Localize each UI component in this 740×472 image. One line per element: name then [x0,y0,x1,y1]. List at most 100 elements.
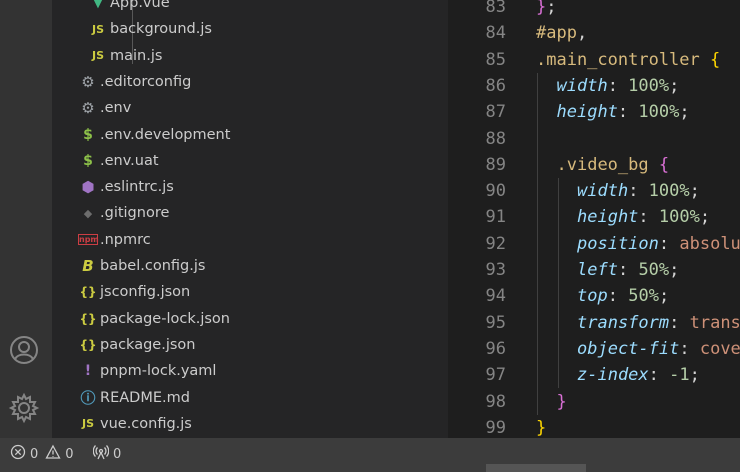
code-text: .main_controller { [536,47,720,73]
json-file-icon: {} [79,337,97,352]
file-item[interactable]: $ .env.uat [52,148,448,174]
line-number: 96 [485,338,506,359]
code-token: ; [669,260,680,280]
file-item[interactable]: JS background.js [52,16,448,42]
code-token: width [577,181,629,202]
json-file-icon: {} [79,311,97,326]
code-token: height [577,207,639,228]
indent-guide [537,72,538,415]
dollar-file-icon: $ [83,152,93,169]
code-token: % [669,102,680,123]
file-item[interactable]: JS vue.config.js [52,411,448,437]
file-item[interactable]: ◆ .gitignore [52,200,448,226]
code-token: .video_bg [556,154,659,175]
file-name: background.js [110,21,212,38]
code-editor[interactable]: 83}; 84 #app, 85 .main_controller {86 width: … [448,0,740,438]
gear-icon[interactable] [8,392,40,424]
code-text: }; [536,0,557,20]
code-token: : [648,365,670,386]
code-line: 94 top: 50%; [448,283,740,309]
git-file-icon: ◆ [83,206,93,220]
code-line: 85 .main_controller { [448,47,740,73]
file-item[interactable]: {} package.json [52,332,448,358]
file-name: .env.development [100,126,231,143]
file-item[interactable]: ⓘ README.md [52,385,448,411]
code-token: ; [689,365,700,386]
code-text: top: 50%; [577,283,669,309]
code-text: height: 100%; [557,99,690,125]
js-file-icon: JS [91,49,104,63]
account-icon[interactable] [8,334,40,366]
file-item[interactable]: ! pnpm-lock.yaml [52,358,448,384]
code-line: 89 .video_bg { [448,152,740,178]
code-token: object-fit [577,338,680,359]
code-line: 84 #app, [448,20,740,46]
file-item[interactable]: ⬢ .eslintrc.js [52,174,448,200]
code-token: { [658,154,670,175]
code-token: #app [536,23,577,44]
code-text: z-index: -1; [577,362,700,388]
json-file-icon: {} [79,285,97,300]
code-token: ; [669,75,680,96]
vue-file-icon: ▼ [93,0,103,10]
code-line: 92 position: absolu [448,231,740,257]
file-name: .eslintrc.js [100,179,174,196]
file-item[interactable]: JS main.js [52,43,448,69]
file-name: package-lock.json [100,310,230,327]
file-item[interactable]: ▼ App.vue [52,0,448,16]
file-item[interactable]: npm .npmrc [52,227,448,253]
code-text: transform: trans [577,310,740,336]
code-token: : [638,207,659,228]
code-text: left: 50%; [577,257,679,283]
code-line: 99} [448,415,740,438]
code-text: } [536,415,546,438]
code-token: ; [658,286,670,307]
file-item[interactable]: {} jsconfig.json [52,279,448,305]
code-token: } [556,391,567,412]
status-bar: 0 0 0 [0,438,740,472]
line-number: 84 [485,23,506,44]
line-number: 91 [485,207,506,228]
code-line: 97 z-index: -1; [448,362,740,388]
file-item[interactable]: ⚙ .editorconfig [52,69,448,95]
code-token: ; [546,0,557,17]
code-token: transform [577,312,670,333]
line-number: 94 [485,286,506,307]
code-line: 87 height: 100%; [448,99,740,125]
dollar-file-icon: $ [83,126,93,143]
code-line: 90 width: 100%; [448,178,740,204]
code-token: -1 [669,365,690,386]
line-number: 97 [485,365,506,386]
file-item[interactable]: Bbabel.config.js [52,253,448,279]
file-item[interactable]: ⚙ .env [52,95,448,121]
code-token: absolu [679,233,740,254]
file-item[interactable]: {} package-lock.json [52,306,448,332]
code-token: } [536,417,547,438]
broadcast-icon [92,444,110,464]
code-text: height: 100%; [577,204,710,230]
code-text: #app, [536,20,587,46]
code-text: position: absolu [577,231,740,257]
file-name: README.md [100,389,190,406]
code-token: : [669,312,690,333]
code-text: } [557,389,567,415]
code-token: ; [699,207,711,228]
code-token: left [577,260,618,280]
code-line: 88 [448,126,740,152]
file-name: vue.config.js [100,415,192,432]
code-token: : [658,233,680,254]
file-item[interactable]: $ .env.development [52,122,448,148]
file-name: .npmrc [100,231,151,248]
code-text: width: 100%; [557,73,680,99]
code-token: 100 [628,75,659,96]
code-token: position [577,233,659,254]
gear-file-icon: ⚙ [81,72,95,91]
yaml-file-icon: ! [84,363,92,380]
line-number: 85 [485,49,506,70]
js-file-icon: JS [91,22,104,36]
code-token: width [556,75,608,96]
ports-status[interactable]: 0 [92,444,121,464]
code-token: % [679,181,690,202]
problems-status[interactable]: 0 0 [10,444,74,464]
line-number: 89 [485,154,506,175]
